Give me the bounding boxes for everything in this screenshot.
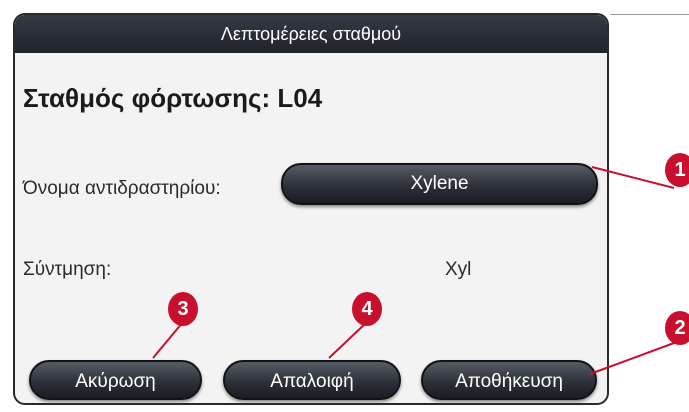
leader-line-3	[152, 321, 184, 359]
screen: Λεπτομέρειες σταθμού Σταθμός φόρτωσης: L…	[0, 0, 689, 412]
leader-line-1	[591, 166, 675, 189]
leader-line-4	[328, 321, 368, 359]
callout-marker-4: 4	[352, 292, 382, 326]
callout-leaders	[152, 166, 675, 375]
callout-marker-2: 2	[665, 311, 689, 345]
leader-line-2	[589, 342, 675, 375]
callout-marker-1: 1	[665, 153, 689, 187]
callout-marker-3: 3	[168, 292, 198, 326]
